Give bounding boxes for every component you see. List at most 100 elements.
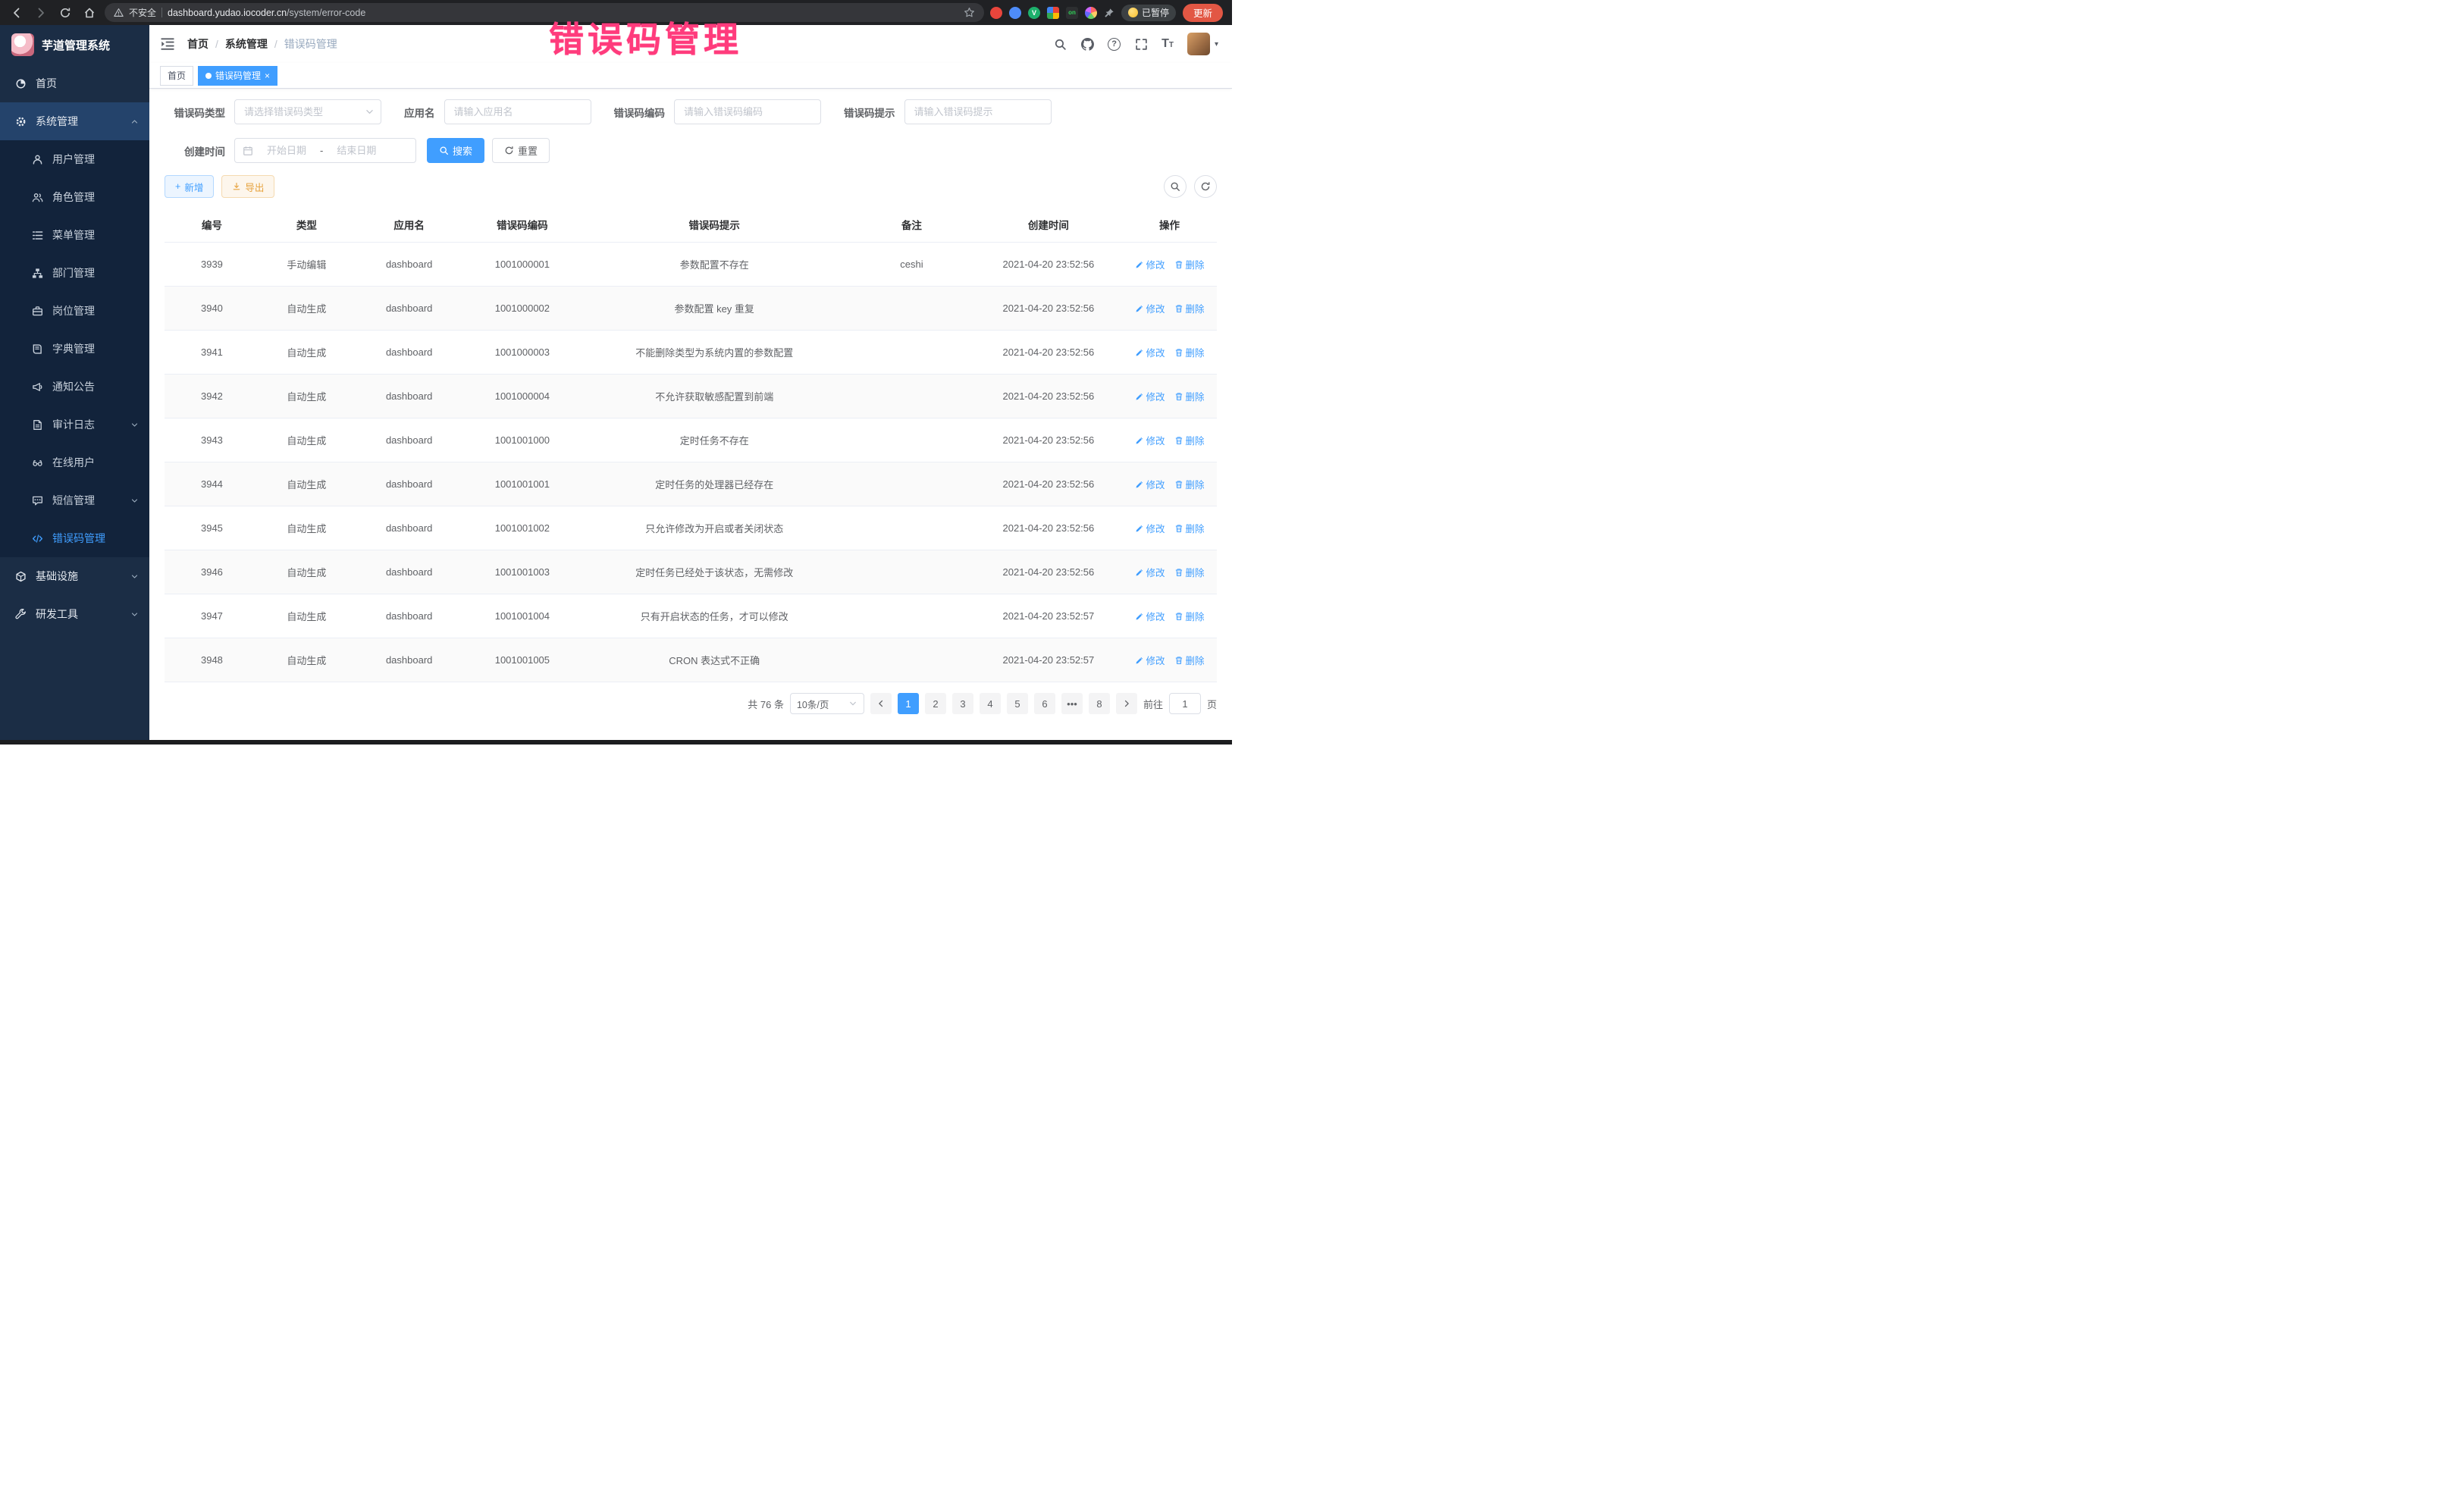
blue-extension-icon[interactable] (1009, 7, 1021, 19)
sidebar-item-roles[interactable]: 角色管理 (0, 178, 149, 216)
edit-link[interactable]: 修改 (1135, 609, 1165, 623)
page-button-2[interactable]: 2 (925, 693, 946, 714)
error-message-input[interactable] (904, 99, 1052, 124)
update-button[interactable]: 更新 (1183, 4, 1223, 22)
delete-link[interactable]: 删除 (1174, 609, 1205, 623)
delete-link[interactable]: 删除 (1174, 389, 1205, 403)
delete-link[interactable]: 删除 (1174, 433, 1205, 447)
delete-link[interactable]: 删除 (1174, 565, 1205, 579)
cell-actions: 修改删除 (1122, 638, 1217, 682)
error-type-select[interactable] (234, 99, 381, 124)
cell-id: 3943 (165, 418, 259, 462)
sidebar-item-infra[interactable]: 基础设施 (0, 557, 149, 595)
bookmark-star-icon[interactable] (964, 7, 975, 18)
sidebar-item-error-code[interactable]: 错误码管理 (0, 519, 149, 557)
on-badge-extension-icon[interactable]: on (1066, 7, 1078, 19)
edit-link[interactable]: 修改 (1135, 433, 1165, 447)
sidebar-item-posts[interactable]: 岗位管理 (0, 292, 149, 330)
sidebar-item-dev-tools[interactable]: 研发工具 (0, 595, 149, 633)
cell-message: 不允许获取敏感配置到前端 (580, 375, 848, 418)
reset-button[interactable]: 重置 (492, 138, 550, 163)
page-button-1[interactable]: 1 (898, 693, 919, 714)
page-size-select[interactable]: 10条/页 (790, 693, 864, 714)
grid-extension-icon[interactable] (1047, 7, 1059, 19)
sidebar-item-notice[interactable]: 通知公告 (0, 368, 149, 406)
edit-link[interactable]: 修改 (1135, 257, 1165, 271)
goto-page-input[interactable] (1169, 693, 1201, 714)
sidebar-item-sms[interactable]: 短信管理 (0, 481, 149, 519)
page-button-4[interactable]: 4 (980, 693, 1001, 714)
reload-icon[interactable] (56, 4, 74, 22)
refresh-table-button[interactable] (1194, 175, 1217, 198)
font-size-icon[interactable]: TT (1161, 38, 1174, 50)
date-range-picker[interactable]: - (234, 138, 416, 163)
export-button[interactable]: 导出 (221, 175, 274, 198)
paused-badge-label: 已暂停 (1142, 6, 1169, 19)
back-icon[interactable] (8, 4, 26, 22)
search-icon[interactable] (1053, 37, 1067, 51)
search-button[interactable]: 搜索 (427, 138, 484, 163)
add-button[interactable]: + 新增 (165, 175, 214, 198)
delete-link[interactable]: 删除 (1174, 521, 1205, 535)
edit-link[interactable]: 修改 (1135, 653, 1165, 667)
user-menu[interactable]: ▾ (1187, 33, 1218, 55)
pin-icon[interactable] (1104, 8, 1114, 18)
sidebar-item-home[interactable]: 首页 (0, 64, 149, 102)
toggle-search-button[interactable] (1164, 175, 1187, 198)
tab-error-code[interactable]: 错误码管理× (198, 66, 277, 86)
close-icon[interactable]: × (265, 71, 270, 80)
prev-page-button[interactable] (870, 693, 892, 714)
app-logo[interactable]: 芋道管理系统 (0, 25, 149, 64)
active-dot-icon (205, 73, 212, 79)
edit-link[interactable]: 修改 (1135, 389, 1165, 403)
sidebar-item-audit-log[interactable]: 审计日志 (0, 406, 149, 444)
more-pages-button[interactable]: ••• (1061, 693, 1083, 714)
home-icon[interactable] (80, 4, 99, 22)
paused-badge[interactable]: 已暂停 (1121, 5, 1176, 21)
sidebar-fold-icon[interactable] (160, 36, 175, 52)
github-icon[interactable] (1080, 37, 1094, 51)
screen: 不安全 dashboard.yudao.iocoder.cn/system/er… (0, 0, 1232, 744)
col-message: 错误码提示 (580, 207, 848, 243)
tab-home[interactable]: 首页 (160, 66, 193, 86)
end-date-input[interactable] (328, 145, 385, 156)
sidebar-item-dict[interactable]: 字典管理 (0, 330, 149, 368)
cell-remark (848, 375, 975, 418)
delete-link[interactable]: 删除 (1174, 653, 1205, 667)
delete-link[interactable]: 删除 (1174, 301, 1205, 315)
edit-link[interactable]: 修改 (1135, 565, 1165, 579)
next-page-button[interactable] (1116, 693, 1137, 714)
page-button-3[interactable]: 3 (952, 693, 973, 714)
vue-devtools-extension-icon[interactable]: V (1028, 7, 1040, 19)
sidebar-item-online-users[interactable]: 在线用户 (0, 444, 149, 481)
page-button-6[interactable]: 6 (1034, 693, 1055, 714)
forward-icon[interactable] (32, 4, 50, 22)
sidebar-item-users[interactable]: 用户管理 (0, 140, 149, 178)
edit-link[interactable]: 修改 (1135, 301, 1165, 315)
edit-link[interactable]: 修改 (1135, 345, 1165, 359)
cell-id: 3939 (165, 243, 259, 287)
address-bar[interactable]: 不安全 dashboard.yudao.iocoder.cn/system/er… (105, 3, 984, 22)
error-code-input[interactable] (674, 99, 821, 124)
delete-link[interactable]: 删除 (1174, 477, 1205, 491)
app-name-input[interactable] (444, 99, 591, 124)
fullscreen-icon[interactable] (1134, 37, 1148, 51)
delete-link[interactable]: 删除 (1174, 257, 1205, 271)
page-button-5[interactable]: 5 (1007, 693, 1028, 714)
edit-link[interactable]: 修改 (1135, 521, 1165, 535)
sidebar-item-departments[interactable]: 部门管理 (0, 254, 149, 292)
breadcrumb-system[interactable]: 系统管理 (225, 36, 268, 52)
cell-app: dashboard (354, 462, 465, 506)
sidebar-item-label: 字典管理 (52, 341, 95, 356)
error-type-input[interactable] (234, 99, 381, 124)
red-extension-icon[interactable] (990, 7, 1002, 19)
colorwheel-extension-icon[interactable] (1085, 7, 1097, 19)
start-date-input[interactable] (258, 145, 315, 156)
edit-link[interactable]: 修改 (1135, 477, 1165, 491)
breadcrumb-home[interactable]: 首页 (187, 36, 208, 52)
help-icon[interactable]: ? (1108, 38, 1121, 51)
delete-link[interactable]: 删除 (1174, 345, 1205, 359)
sidebar-item-menus[interactable]: 菜单管理 (0, 216, 149, 254)
page-button-8[interactable]: 8 (1089, 693, 1110, 714)
sidebar-item-system[interactable]: 系统管理 (0, 102, 149, 140)
